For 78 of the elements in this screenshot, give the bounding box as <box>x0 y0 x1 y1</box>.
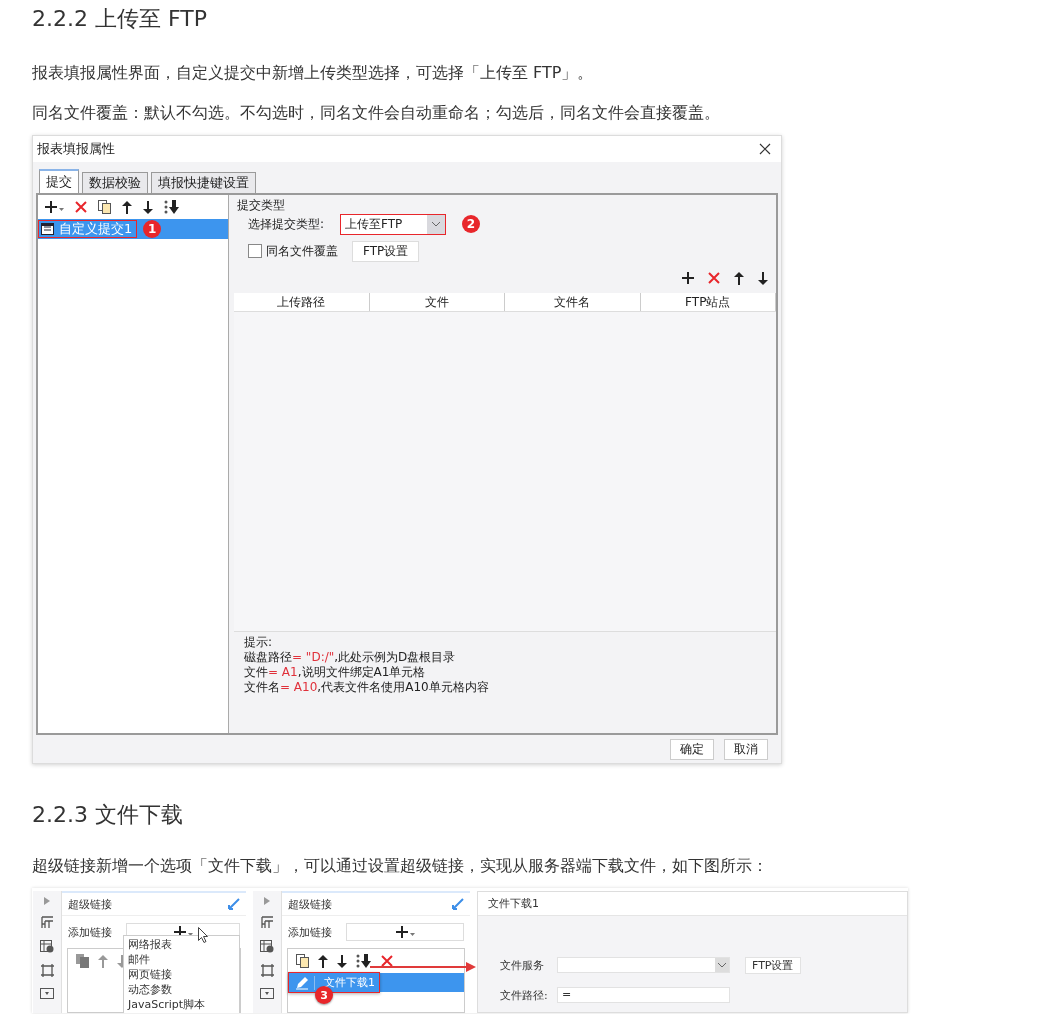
paragraph: 报表填报属性界面，自定义提交中新增上传类型选择，可选择「上传至 FTP」。 <box>32 63 594 82</box>
paragraph: 同名文件覆盖：默认不勾选。不勾选时，同名文件会自动重命名；勾选后，同名文件会直接覆盖。 <box>32 103 720 122</box>
copy-icon[interactable] <box>76 954 89 968</box>
column-header: FTP站点 <box>640 293 776 311</box>
up-arrow-icon[interactable] <box>734 271 744 285</box>
tab[interactable]: 提交 <box>39 169 79 193</box>
delete-icon[interactable] <box>708 272 720 284</box>
hint-line: 磁盘路径= "D:/",此处示例为D盘根目录 <box>244 650 457 665</box>
column-header: 文件名 <box>505 293 641 311</box>
field-label: 添加链接 <box>68 924 112 940</box>
hint-line: 文件名= A10,代表文件名使用A10单元格内容 <box>244 680 490 695</box>
dropdown-box-icon[interactable] <box>40 988 54 999</box>
callout-badge: 1 <box>143 220 162 238</box>
callout-badge: 2 <box>462 215 481 233</box>
group-title: 提交类型 <box>237 198 286 212</box>
section-heading: 2.2.2 上传至 FTP <box>32 6 207 31</box>
checkbox-label: 同名文件覆盖 <box>266 242 338 260</box>
plus-caret-icon[interactable] <box>45 201 64 213</box>
down-arrow-icon[interactable] <box>758 271 768 285</box>
table-icon[interactable] <box>40 916 54 929</box>
window-title: 报表填报属性 <box>37 140 115 158</box>
hint-title: 提示: <box>244 635 274 650</box>
up-arrow-icon[interactable] <box>318 954 328 968</box>
move-to-bottom-icon[interactable] <box>164 200 180 214</box>
paragraph: 超级链接新增一个选项「文件下载」，可以通过设置超级链接，实现从服务器端下载文件，如下图所示： <box>32 856 768 875</box>
down-arrow-icon[interactable] <box>337 954 347 968</box>
tab[interactable]: 数据校验 <box>82 172 148 193</box>
chevron-down-icon <box>431 221 442 227</box>
menu-item[interactable]: JavaScript脚本 <box>128 997 235 1012</box>
field-label: 添加链接 <box>288 924 332 940</box>
ftp-settings-button[interactable]: FTP设置 <box>352 240 420 262</box>
field-label: 选择提交类型: <box>248 215 325 233</box>
field-label: 文件服务 <box>500 957 545 973</box>
delete-icon[interactable] <box>75 201 87 213</box>
plus-icon[interactable] <box>682 272 694 284</box>
chevron-down-icon <box>717 962 727 968</box>
up-arrow-icon[interactable] <box>122 200 132 214</box>
delete-icon[interactable] <box>381 955 393 967</box>
pencil-icon <box>295 975 309 990</box>
frame-icon[interactable] <box>260 964 274 977</box>
copy-icon[interactable] <box>98 200 111 214</box>
field-label: 文件路径: <box>500 987 549 1003</box>
move-to-bottom-icon[interactable] <box>356 954 372 968</box>
triangle-icon[interactable] <box>44 897 50 905</box>
dropdown-box-icon[interactable] <box>260 988 274 999</box>
plus-caret-icon[interactable] <box>173 926 193 938</box>
column-header: 文件 <box>369 293 505 311</box>
menu-item[interactable]: 网络报表 <box>128 937 235 952</box>
ftp-settings-button[interactable]: FTP设置 <box>745 956 801 974</box>
item-label: 自定义提交1 <box>59 220 133 238</box>
menu-item[interactable]: 动态参数 <box>128 982 235 997</box>
panel-title: 超级链接 <box>68 896 112 912</box>
table-info-icon[interactable] <box>260 940 274 953</box>
menu-item[interactable]: 网页链接 <box>128 967 235 982</box>
section-heading: 2.2.3 文件下载 <box>32 802 183 827</box>
form-icon <box>41 223 54 235</box>
menu-item[interactable]: 邮件 <box>128 952 235 967</box>
add-link-button[interactable] <box>346 923 464 941</box>
down-arrow-icon[interactable] <box>143 200 153 214</box>
column-header: 上传路径 <box>234 293 370 311</box>
dialog-button[interactable]: 确定 <box>670 739 714 760</box>
triangle-icon[interactable] <box>264 897 270 905</box>
copy-icon[interactable] <box>296 954 309 968</box>
panel-title: 文件下载1 <box>488 896 539 911</box>
table-info-icon[interactable] <box>40 940 54 953</box>
tree-item[interactable]: 自定义提交1 1 <box>38 219 228 239</box>
close-icon[interactable] <box>759 143 771 155</box>
checkbox[interactable] <box>248 244 262 258</box>
dialog-button[interactable]: 取消 <box>724 739 768 760</box>
frame-icon[interactable] <box>40 964 54 977</box>
plus-caret-icon[interactable] <box>395 926 415 938</box>
table-icon[interactable] <box>260 916 274 929</box>
callout-badge: 3 <box>315 986 333 1004</box>
input-field[interactable]: = <box>557 987 730 1003</box>
hint-line: 文件= A1,说明文件绑定A1单元格 <box>244 665 427 680</box>
tab[interactable]: 填报快捷键设置 <box>151 172 256 193</box>
panel-title: 超级链接 <box>288 896 332 912</box>
type-select[interactable]: 上传至FTP <box>340 213 447 235</box>
